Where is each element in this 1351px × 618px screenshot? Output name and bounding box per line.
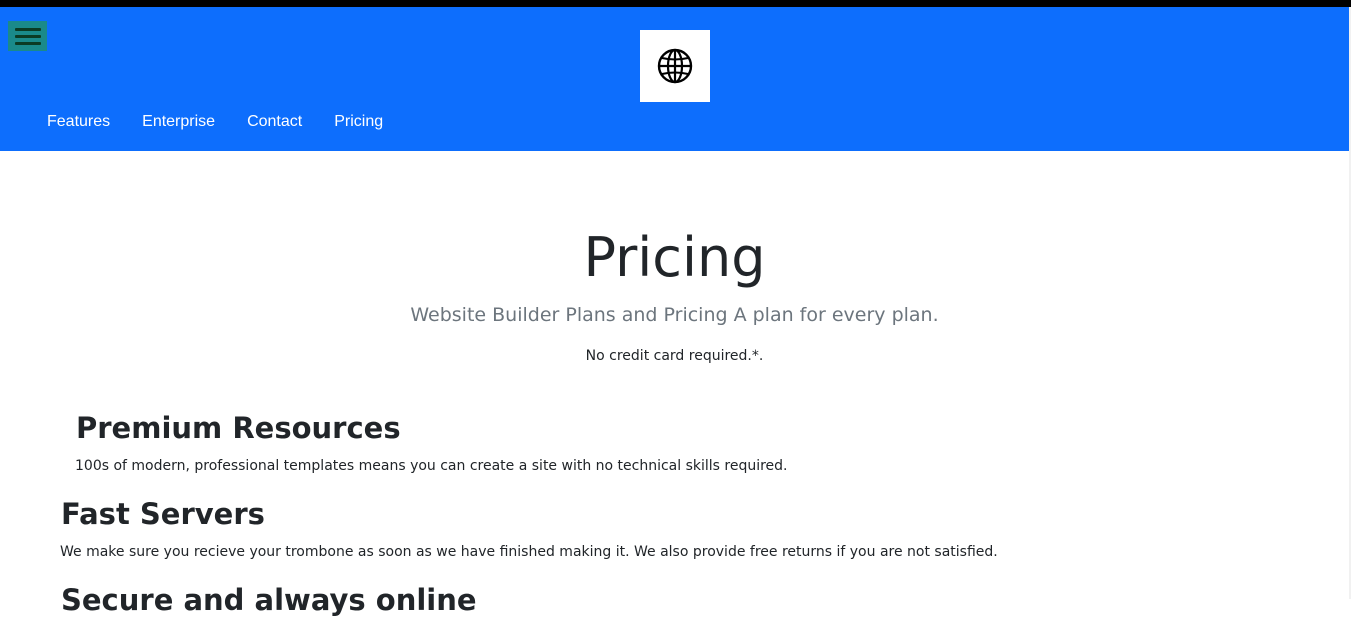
- hamburger-menu-icon[interactable]: [8, 21, 47, 51]
- nav-link-pricing[interactable]: Pricing: [334, 112, 383, 132]
- nav-link-contact[interactable]: Contact: [247, 112, 302, 132]
- feature-text-premium-resources: 100s of modern, professional templates m…: [75, 458, 788, 474]
- nav-link-features[interactable]: Features: [47, 112, 110, 132]
- window-top-bar: [0, 0, 1351, 7]
- menu-bar: [14, 34, 41, 38]
- main-nav: Features Enterprise Contact Pricing: [47, 112, 415, 132]
- menu-bar: [14, 27, 41, 31]
- feature-heading-premium-resources: Premium Resources: [76, 411, 401, 445]
- feature-text-fast-servers: We make sure you recieve your trombone a…: [60, 544, 998, 560]
- site-header: Features Enterprise Contact Pricing: [0, 7, 1349, 151]
- globe-icon: [657, 48, 693, 84]
- pricing-note: No credit card required.*.: [585, 348, 764, 364]
- nav-link-enterprise[interactable]: Enterprise: [142, 112, 215, 132]
- site-logo[interactable]: [640, 30, 710, 102]
- page-title: Pricing: [583, 226, 766, 289]
- feature-heading-secure-online: Secure and always online: [61, 583, 477, 617]
- feature-heading-fast-servers: Fast Servers: [61, 497, 265, 531]
- menu-bar: [14, 41, 41, 45]
- page-subtitle: Website Builder Plans and Pricing A plan…: [410, 304, 939, 326]
